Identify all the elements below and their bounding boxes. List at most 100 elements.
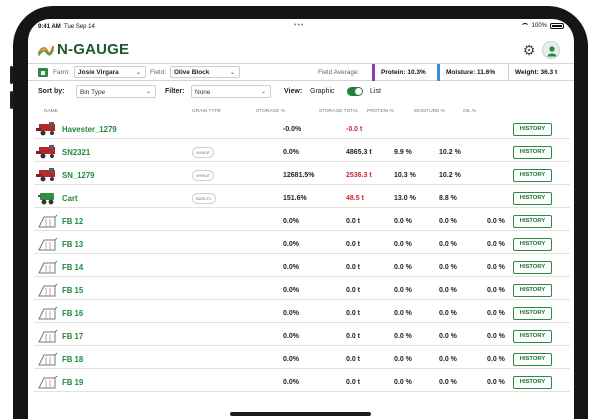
row-storage-pct: 0.0% [283,379,299,386]
field-select-value: Olive Block [174,69,210,76]
harvester-icon [36,122,55,136]
history-button[interactable]: HISTORY [513,169,552,182]
history-button[interactable]: HISTORY [513,238,552,251]
table-row[interactable]: FB 12 0.0% 0.0 t 0.0 % 0.0 % 0.0 % HISTO… [34,212,570,231]
field-select[interactable]: Olive Block ⌄ [170,66,240,78]
row-name[interactable]: Cart [62,194,78,203]
table-row[interactable]: FB 19 0.0% 0.0 t 0.0 % 0.0 % 0.0 % HISTO… [34,373,570,392]
row-name[interactable]: FB 17 [62,332,83,341]
user-avatar[interactable] [542,41,560,59]
row-storage-pct: 0.0% [283,264,299,271]
table-row[interactable]: FB 14 0.0% 0.0 t 0.0 % 0.0 % 0.0 % HISTO… [34,258,570,277]
farm-select[interactable]: Josie Virgara ⌄ [74,66,146,78]
row-protein: 0.0 % [394,264,412,271]
filter-select[interactable]: None ⌄ [191,85,271,98]
column-header[interactable]: Protein % [367,109,394,114]
history-button[interactable]: HISTORY [513,376,552,389]
moisture-average: Moisture: 11.6% [437,64,507,81]
status-time: 9:41 AM [38,24,61,30]
field-label: Field: [150,69,166,76]
filter-label: Filter: [165,88,185,95]
grain-bin-icon [38,375,58,389]
history-button[interactable]: HISTORY [513,284,552,297]
row-oil: 0.0 % [487,333,505,340]
row-protein: 13.0 % [394,195,416,202]
row-storage-total: 0.0 t [346,287,361,294]
row-name[interactable]: FB 13 [62,240,83,249]
history-button[interactable]: HISTORY [513,307,552,320]
harvester-icon [36,168,55,182]
sort-select-value: Bin Type [80,89,106,96]
grain-bin-icon [38,260,58,274]
row-storage-total: 0.0 t [346,264,361,271]
table-row[interactable]: SN_1279 WHEAT 12681.5% 2536.3 t 10.3 % 1… [34,166,570,185]
farm-select-value: Josie Virgara [78,69,119,76]
row-protein: 0.0 % [394,241,412,248]
sort-label: Sort by: [38,88,65,95]
row-storage-total: 0.0 t [346,356,361,363]
table-row[interactable]: FB 15 0.0% 0.0 t 0.0 % 0.0 % 0.0 % HISTO… [34,281,570,300]
row-name[interactable]: FB 14 [62,263,83,272]
home-indicator[interactable] [230,412,371,416]
row-protein: 10.3 % [394,172,416,179]
row-storage-pct: 0.0% [283,241,299,248]
table-row[interactable]: Cart BARLEY 151.6% 48.5 t 13.0 % 8.8 % H… [34,189,570,208]
history-button[interactable]: HISTORY [513,353,552,366]
row-name[interactable]: SN_1279 [62,171,95,180]
row-name[interactable]: FB 19 [62,378,83,387]
gear-icon[interactable]: ⚙ [522,43,536,57]
column-header[interactable]: Oil % [463,109,476,114]
view-list-label: List [370,88,381,95]
table-row[interactable]: SN2321 WHEAT 0.0% 4865.3 t 9.9 % 10.2 % … [34,143,570,162]
history-button[interactable]: HISTORY [513,215,552,228]
row-name[interactable]: FB 15 [62,286,83,295]
multitask-dots-icon[interactable]: ••• [294,22,304,29]
table-row[interactable]: FB 18 0.0% 0.0 t 0.0 % 0.0 % 0.0 % HISTO… [34,350,570,369]
row-oil: 0.0 % [487,241,505,248]
row-name[interactable]: FB 12 [62,217,83,226]
row-protein: 0.0 % [394,287,412,294]
table-row[interactable]: FB 17 0.0% 0.0 t 0.0 % 0.0 % 0.0 % HISTO… [34,327,570,346]
grain-cart-icon [38,193,54,205]
row-storage-pct: 12681.5% [283,172,315,179]
row-name[interactable]: SN2321 [62,148,90,157]
view-toggle[interactable] [347,87,363,96]
history-button[interactable]: HISTORY [513,330,552,343]
weight-total-text: Weight: 36.3 t [515,69,558,76]
view-label: View: [284,88,303,95]
table-row[interactable]: FB 13 0.0% 0.0 t 0.0 % 0.0 % 0.0 % HISTO… [34,235,570,254]
column-header[interactable]: Storage total [319,109,359,114]
grain-bin-icon [38,237,58,251]
row-storage-total: 0.0 t [346,310,361,317]
protein-average: Protein: 10.3% [372,64,436,81]
grain-bin-icon [38,329,58,343]
row-name[interactable]: Havester_1279 [62,125,117,134]
row-name[interactable]: FB 16 [62,309,83,318]
row-storage-pct: 0.0% [283,310,299,317]
history-button[interactable]: HISTORY [513,192,552,205]
status-date: Tue Sep 14 [64,24,95,30]
chevron-down-icon: ⌄ [260,89,266,95]
column-header[interactable]: Grain type [192,109,221,114]
history-button[interactable]: HISTORY [513,146,552,159]
wifi-icon [520,23,529,29]
column-header[interactable]: Storage % [256,109,285,114]
grain-bin-icon [38,306,58,320]
chevron-down-icon: ⌄ [229,70,235,76]
row-protein: 0.0 % [394,356,412,363]
sort-select[interactable]: Bin Type ⌄ [76,85,156,98]
row-moisture: 0.0 % [439,241,457,248]
chevron-down-icon: ⌄ [135,70,141,76]
row-storage-total: 48.5 t [346,195,364,202]
row-name[interactable]: FB 18 [62,355,83,364]
history-button[interactable]: HISTORY [513,123,552,136]
history-button[interactable]: HISTORY [513,261,552,274]
row-moisture: 0.0 % [439,264,457,271]
column-header[interactable]: Name [44,109,58,114]
row-storage-pct: 0.0% [283,218,299,225]
table-row[interactable]: FB 16 0.0% 0.0 t 0.0 % 0.0 % 0.0 % HISTO… [34,304,570,323]
column-header[interactable]: Moisture % [414,109,445,114]
row-protein: 9.9 % [394,149,412,156]
table-row[interactable]: Havester_1279 -0.0% -0.0 t HISTORY [34,120,570,139]
row-moisture: 8.8 % [439,195,457,202]
